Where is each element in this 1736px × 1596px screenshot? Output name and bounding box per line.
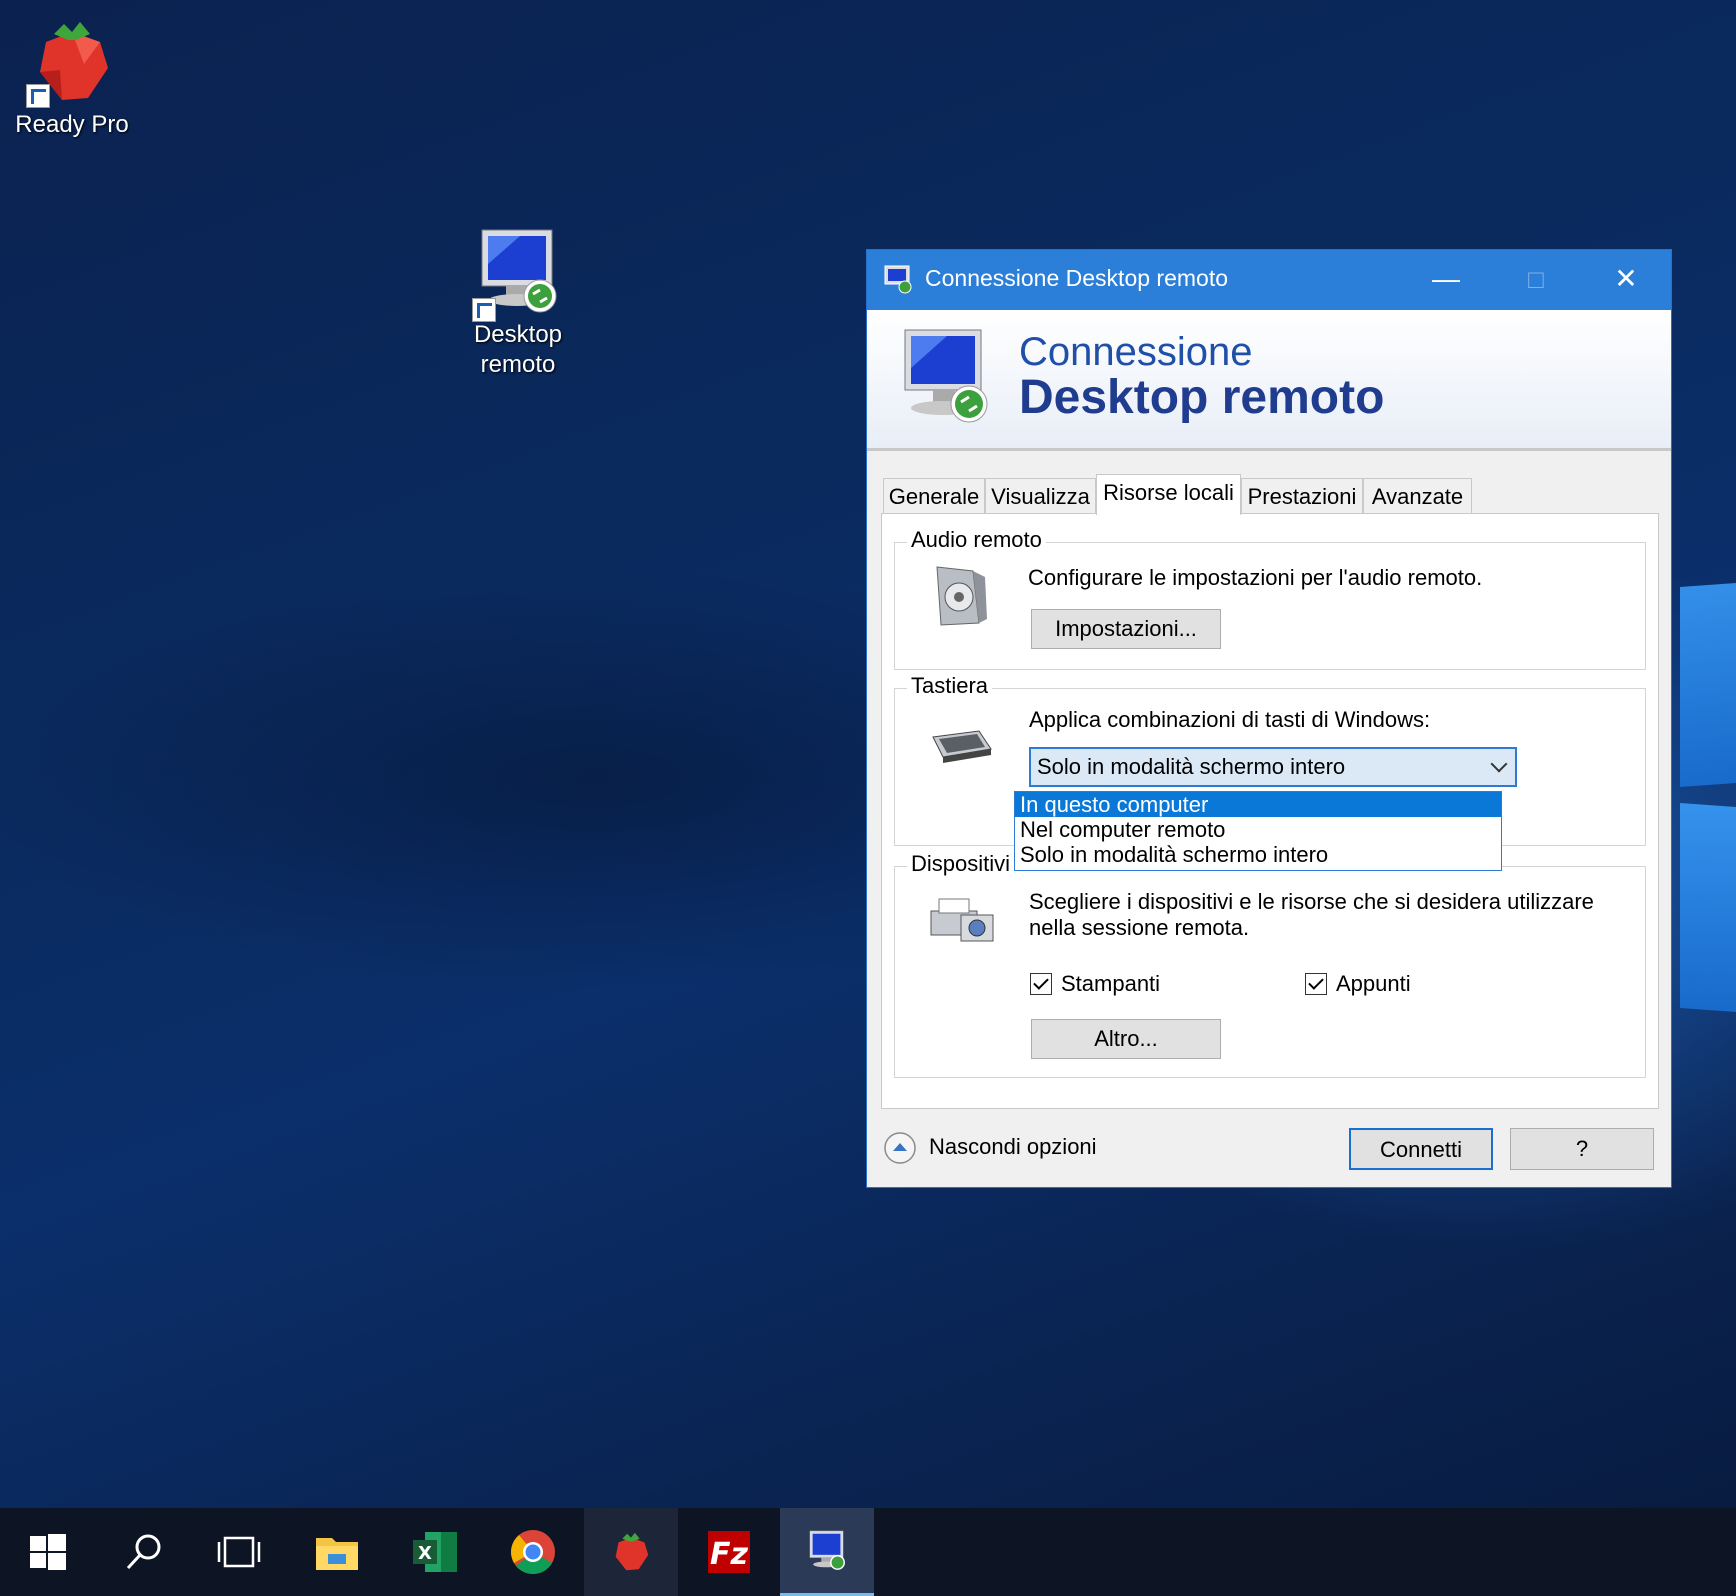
tab-prestazioni[interactable]: Prestazioni (1241, 478, 1363, 514)
audio-settings-button[interactable]: Impostazioni... (1031, 609, 1221, 649)
desktop-icon-ready-pro[interactable]: Ready Pro (12, 14, 132, 140)
taskbar: X Fz (0, 1508, 1736, 1596)
help-button[interactable]: ? (1510, 1128, 1654, 1170)
tab-risorse-locali[interactable]: Risorse locali (1096, 474, 1241, 515)
desktop-icon-remote-desktop[interactable]: Desktop remoto (458, 224, 578, 380)
shortcut-arrow-icon (472, 298, 496, 322)
tab-avanzate[interactable]: Avanzate (1363, 478, 1472, 514)
dropdown-option-in-questo-computer[interactable]: In questo computer (1015, 792, 1501, 817)
remote-desktop-small-icon (884, 265, 912, 294)
ready-pro-icon (615, 1532, 649, 1571)
chevron-up-circle-icon (884, 1132, 916, 1164)
excel-icon: X (413, 1532, 457, 1572)
combo-selected-value: Solo in modalità schermo intero (1037, 754, 1346, 779)
maximize-button: □ (1528, 264, 1544, 294)
tab-generale[interactable]: Generale (883, 478, 985, 514)
start-button[interactable] (0, 1508, 94, 1596)
keyboard-combo-select[interactable]: Solo in modalità schermo intero (1029, 747, 1517, 787)
remote-desktop-icon (809, 1530, 845, 1570)
chrome-icon (511, 1530, 555, 1574)
devices-description-line2: nella sessione remota. (1029, 915, 1250, 940)
group-title: Tastiera (907, 673, 993, 699)
keyboard-dropdown-list: In questo computer Nel computer remoto S… (1014, 791, 1502, 871)
remote-desktop-dialog: Connessione Desktop remoto — □ ✕ Conness… (866, 249, 1672, 1188)
tab-panel-risorse-locali: Audio remoto Configurare le impostazioni… (881, 513, 1659, 1109)
taskbar-file-explorer[interactable] (290, 1508, 384, 1596)
connect-button[interactable]: Connetti (1349, 1128, 1493, 1170)
svg-text:X: X (418, 1543, 432, 1564)
more-devices-button[interactable]: Altro... (1031, 1019, 1221, 1059)
keyboard-icon (932, 730, 992, 763)
task-view-icon (217, 1536, 261, 1568)
taskbar-filezilla[interactable]: Fz (682, 1508, 776, 1596)
group-title: Audio remoto (907, 527, 1046, 553)
close-button[interactable]: ✕ (1581, 250, 1671, 310)
wallpaper-logo-upper (1680, 583, 1736, 787)
title-bar[interactable]: Connessione Desktop remoto — □ ✕ (867, 250, 1671, 310)
printers-checkbox[interactable] (1030, 973, 1052, 995)
wallpaper-logo-lower (1680, 803, 1736, 1012)
start-icon (30, 1534, 66, 1570)
taskbar-remote-desktop[interactable] (780, 1508, 874, 1596)
task-view-button[interactable] (192, 1508, 286, 1596)
search-icon (126, 1534, 161, 1570)
desktop-icon-label: Ready Pro (15, 111, 129, 138)
taskbar-excel[interactable]: X (388, 1508, 482, 1596)
audio-description: Configurare le impostazioni per l'audio … (1028, 565, 1483, 590)
clipboard-checkbox[interactable] (1305, 973, 1327, 995)
devices-icon (930, 898, 994, 942)
file-explorer-icon (316, 1538, 358, 1570)
banner: Connessione Desktop remoto (867, 310, 1671, 451)
keyboard-label: Applica combinazioni di tasti di Windows… (1029, 707, 1431, 732)
taskbar-ready-pro[interactable] (584, 1508, 678, 1596)
dropdown-option-nel-computer-remoto[interactable]: Nel computer remoto (1015, 817, 1501, 842)
banner-title-line2: Desktop remoto (1019, 371, 1385, 424)
devices-description-line1: Scegliere i dispositivi e le risorse che… (1029, 889, 1594, 914)
svg-text:Fz: Fz (710, 1537, 748, 1572)
chevron-down-icon (1490, 755, 1508, 773)
desktop-icon-label-line1: Desktop (473, 321, 563, 348)
taskbar-chrome[interactable] (486, 1508, 580, 1596)
clipboard-label[interactable]: Appunti (1336, 971, 1411, 997)
dropdown-option-solo-schermo-intero[interactable]: Solo in modalità schermo intero (1015, 842, 1501, 867)
minimize-button[interactable]: — (1401, 250, 1491, 310)
remote-desktop-banner-icon (904, 329, 988, 423)
hide-options-label: Nascondi opzioni (929, 1134, 1097, 1159)
filezilla-icon: Fz (708, 1531, 750, 1573)
shortcut-arrow-icon (26, 84, 50, 108)
group-audio-remoto: Audio remoto Configurare le impostazioni… (894, 527, 1646, 670)
window-title: Connessione Desktop remoto (925, 265, 1228, 291)
search-button[interactable] (96, 1508, 190, 1596)
printers-label[interactable]: Stampanti (1061, 971, 1160, 997)
speaker-icon (936, 566, 987, 626)
desktop-icon-label-line2: remoto (480, 351, 556, 378)
group-dispositivi: Dispositivi e risorse locali Scegliere i… (894, 851, 1646, 1078)
banner-title-line1: Connessione (1019, 330, 1253, 374)
tab-visualizza[interactable]: Visualizza (985, 478, 1096, 514)
